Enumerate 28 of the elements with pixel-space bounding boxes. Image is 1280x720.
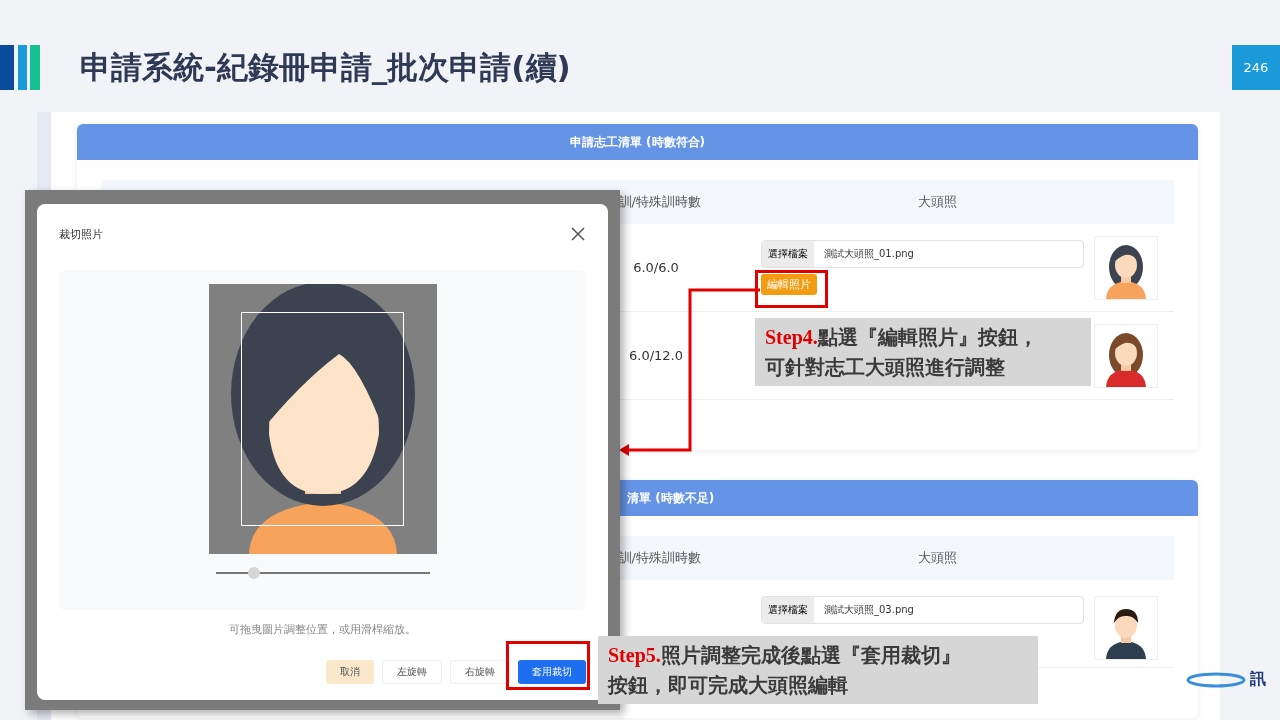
file-input-field[interactable]: 選擇檔案 測試大頭照_03.png <box>761 596 1084 624</box>
section-title: 申請志工清單 (時數符合) <box>569 133 706 151</box>
callout-text: Step4.點選『編輯照片』按鈕，可針對志工大頭照進行調整 <box>755 318 1091 386</box>
logo-text: 訊 <box>1250 669 1266 690</box>
hint-text: 可拖曳圖片調整位置，或用滑桿縮放。 <box>228 622 417 637</box>
file-name: 測試大頭照_03.png <box>823 603 914 617</box>
file-input-field[interactable]: 選擇檔案 測試大頭照_01.png <box>761 240 1084 268</box>
page-number: 246 <box>1232 45 1280 90</box>
logo-bars-icon <box>0 45 40 90</box>
apply-crop-button[interactable]: 套用裁切 <box>518 660 586 684</box>
section-title: 清單 (時數不足) <box>627 489 715 507</box>
cancel-button[interactable]: 取消 <box>326 660 374 684</box>
choose-file-button[interactable]: 選擇檔案 <box>762 597 814 623</box>
rotate-button[interactable]: 左旋轉 <box>382 660 442 684</box>
column-header: 大頭照 <box>918 549 957 567</box>
logo-icon <box>1186 671 1246 688</box>
choose-file-button[interactable]: 選擇檔案 <box>762 241 814 267</box>
rotate-button[interactable]: 右旋轉 <box>450 660 510 684</box>
callout-text: Step5.照片調整完成後點選『套用裁切』按鈕，即可完成大頭照編輯 <box>598 636 1038 704</box>
slide-title: 申請系統-紀錄冊申請_批次申請(續) <box>80 48 572 87</box>
table-cell: 6.0/6.0 <box>633 260 679 275</box>
close-icon[interactable] <box>570 226 586 242</box>
column-header: 大頭照 <box>918 193 957 211</box>
slider-thumb[interactable] <box>248 567 260 579</box>
file-name: 測試大頭照_01.png <box>823 247 914 261</box>
dialog-title: 裁切照片 <box>59 226 103 242</box>
table-cell: 6.0/12.0 <box>629 348 683 363</box>
crop-frame[interactable] <box>240 312 404 526</box>
